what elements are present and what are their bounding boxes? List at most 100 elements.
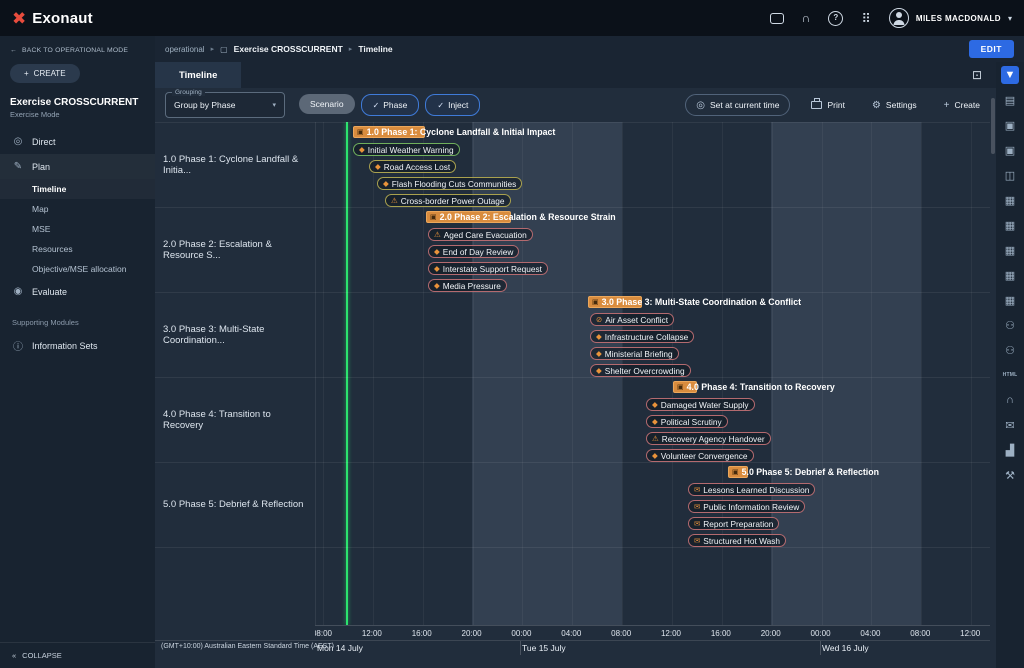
row-separator — [155, 377, 990, 378]
breadcrumb-exercise[interactable]: Exercise CROSSCURRENT — [234, 44, 343, 54]
filter-chip-inject[interactable]: Inject — [425, 94, 480, 116]
inject-bar[interactable]: ⊘Air Asset Conflict — [590, 313, 674, 326]
inject-label: Media Pressure — [443, 281, 501, 291]
inject-bar[interactable]: ◆Volunteer Convergence — [646, 449, 754, 462]
inject-bar[interactable]: ✉Report Preparation — [688, 517, 779, 530]
edit-button[interactable]: EDIT — [969, 40, 1014, 58]
timeline-row-label: 5.0 Phase 5: Debrief & Reflection — [163, 462, 311, 547]
diamond-icon: ◆ — [434, 265, 440, 273]
filter-chip-scenario[interactable]: Scenario — [299, 94, 355, 114]
phase-bar[interactable]: ▣4.0 Phase 4: Transition to Recovery — [673, 381, 697, 393]
check-icon — [437, 100, 444, 110]
left-sidebar: ← BACK TO OPERATIONAL MODE + CREATE Exer… — [0, 36, 155, 668]
avatar — [889, 8, 909, 28]
sidebar-item-map[interactable]: Map — [0, 199, 155, 219]
chip-label: Scenario — [310, 99, 344, 109]
card-icon[interactable]: ▦ — [1001, 266, 1019, 284]
inject-bar[interactable]: ✉Public Information Review — [688, 500, 805, 513]
chevron-down-icon: ▾ — [1008, 14, 1012, 23]
inject-bar[interactable]: ◆Media Pressure — [428, 279, 507, 292]
timeline-row-label: 4.0 Phase 4: Transition to Recovery — [163, 377, 311, 462]
filter-chip-phase[interactable]: Phase — [361, 94, 420, 116]
sidebar-item-plan[interactable]: ✎ Plan — [0, 154, 155, 179]
help-icon[interactable]: ? — [828, 11, 843, 26]
bell-icon[interactable]: ∩ — [1001, 391, 1019, 409]
create-inject-button[interactable]: + Create — [938, 99, 986, 112]
sidebar-item-information-sets[interactable]: ⓘ Information Sets — [0, 331, 155, 360]
time-tick-label: 08:00 — [910, 629, 930, 638]
inject-bar[interactable]: ⚠Cross-border Power Outage — [385, 194, 511, 207]
create-button[interactable]: + CREATE — [10, 64, 80, 83]
inject-bar[interactable]: ◆Flash Flooding Cuts Communities — [377, 177, 522, 190]
phase-bar[interactable]: ▣1.0 Phase 1: Cyclone Landfall & Initial… — [353, 126, 425, 138]
inject-bar[interactable]: ◆Road Access Lost — [369, 160, 456, 173]
breadcrumb-operational[interactable]: operational — [165, 45, 205, 54]
fullscreen-icon[interactable]: ⊡ — [972, 68, 982, 82]
sidebar-item-timeline[interactable]: Timeline — [0, 179, 155, 199]
chevron-down-icon: ▾ — [272, 101, 276, 109]
current-time-line — [346, 122, 348, 625]
back-to-operational-mode-link[interactable]: ← BACK TO OPERATIONAL MODE — [0, 36, 155, 60]
user-menu[interactable]: MILES MACDONALD ▾ — [889, 8, 1012, 28]
phase-bar[interactable]: ▣3.0 Phase 3: Multi-State Coordination &… — [588, 296, 642, 308]
phase-icon: ▣ — [732, 468, 739, 476]
sidebar-item-label: Evaluate — [32, 287, 67, 297]
gear-icon: ⚙ — [872, 100, 881, 111]
chip-label: Inject — [448, 100, 468, 110]
day-boundary-line — [520, 641, 521, 655]
mail-icon[interactable]: ✉ — [1001, 416, 1019, 434]
phase-bar-label: ▣1.0 Phase 1: Cyclone Landfall & Initial… — [357, 126, 555, 138]
breadcrumb-separator-icon: ▸ — [211, 45, 215, 53]
settings-button[interactable]: ⚙ Settings — [866, 99, 923, 112]
tab-timeline[interactable]: Timeline — [155, 62, 241, 88]
card-icon[interactable]: ▦ — [1001, 216, 1019, 234]
card-icon[interactable]: ▦ — [1001, 291, 1019, 309]
users-icon[interactable]: ⚇ — [1001, 316, 1019, 334]
image-icon[interactable]: ▣ — [1001, 116, 1019, 134]
diamond-icon: ◆ — [652, 401, 658, 409]
card-icon[interactable]: ▦ — [1001, 241, 1019, 259]
main-content: Timeline ⊡ Grouping Group by Phase ▾ Sce… — [155, 62, 996, 668]
frame-icon[interactable]: ◫ — [1001, 166, 1019, 184]
image-icon[interactable]: ▣ — [1001, 141, 1019, 159]
inject-bar[interactable]: ⚠Aged Care Evacuation — [428, 228, 533, 241]
inject-bar[interactable]: ◆Ministerial Briefing — [590, 347, 679, 360]
sidebar-item-objective-mse-allocation[interactable]: Objective/MSE allocation — [0, 259, 155, 279]
card-icon[interactable]: ▦ — [1001, 191, 1019, 209]
chart-icon[interactable]: ▟ — [1001, 441, 1019, 459]
grouping-select[interactable]: Grouping Group by Phase ▾ — [165, 92, 285, 118]
sidebar-item-direct[interactable]: ◎ Direct — [0, 129, 155, 154]
inject-bar[interactable]: ◆Shelter Overcrowding — [590, 364, 691, 377]
inject-bar[interactable]: ◆Infrastructure Collapse — [590, 330, 694, 343]
timeline-row-label: 1.0 Phase 1: Cyclone Landfall & Initia..… — [163, 122, 311, 207]
print-button[interactable]: Print — [805, 99, 850, 111]
set-current-time-button[interactable]: ◎ Set at current time — [685, 94, 790, 116]
toolbox-icon[interactable]: ⚒ — [1001, 466, 1019, 484]
grouping-value: Group by Phase — [174, 100, 235, 110]
sidebar-item-resources[interactable]: Resources — [0, 239, 155, 259]
inject-bar[interactable]: ◆Damaged Water Supply — [646, 398, 755, 411]
phase-bar[interactable]: ▣5.0 Phase 5: Debrief & Reflection — [728, 466, 748, 478]
inject-bar[interactable]: ◆Interstate Support Request — [428, 262, 548, 275]
inject-bar[interactable]: ✉Structured Hot Wash — [688, 534, 786, 547]
html-icon[interactable]: HTML — [1001, 366, 1019, 384]
inject-bar[interactable]: ⚠Recovery Agency Handover — [646, 432, 771, 445]
phase-bar[interactable]: ▣2.0 Phase 2: Escalation & Resource Stra… — [426, 211, 511, 223]
collapse-button[interactable]: « COLLAPSE — [0, 642, 155, 668]
time-tick-label: 12:00 — [960, 629, 980, 638]
chat-icon[interactable] — [770, 13, 784, 24]
sidebar-item-evaluate[interactable]: ◉ Evaluate — [0, 279, 155, 304]
inject-bar[interactable]: ◆Initial Weather Warning — [353, 143, 460, 156]
inject-bar[interactable]: ◆End of Day Review — [428, 245, 519, 258]
phase-bar-label: ▣2.0 Phase 2: Escalation & Resource Stra… — [430, 211, 616, 223]
inject-bar[interactable]: ✉Lessons Learned Discussion — [688, 483, 815, 496]
document-icon[interactable]: ▤ — [1001, 91, 1019, 109]
notifications-icon[interactable]: ∩ — [802, 12, 811, 24]
apps-grid-icon[interactable]: ⠿ — [861, 12, 871, 25]
warning-icon: ⚠ — [434, 231, 441, 239]
users-icon[interactable]: ⚇ — [1001, 341, 1019, 359]
inject-bar[interactable]: ◆Political Scrutiny — [646, 415, 728, 428]
time-tick-label: 12:00 — [661, 629, 681, 638]
filter-icon[interactable]: ▼ — [1001, 66, 1019, 84]
sidebar-item-mse[interactable]: MSE — [0, 219, 155, 239]
